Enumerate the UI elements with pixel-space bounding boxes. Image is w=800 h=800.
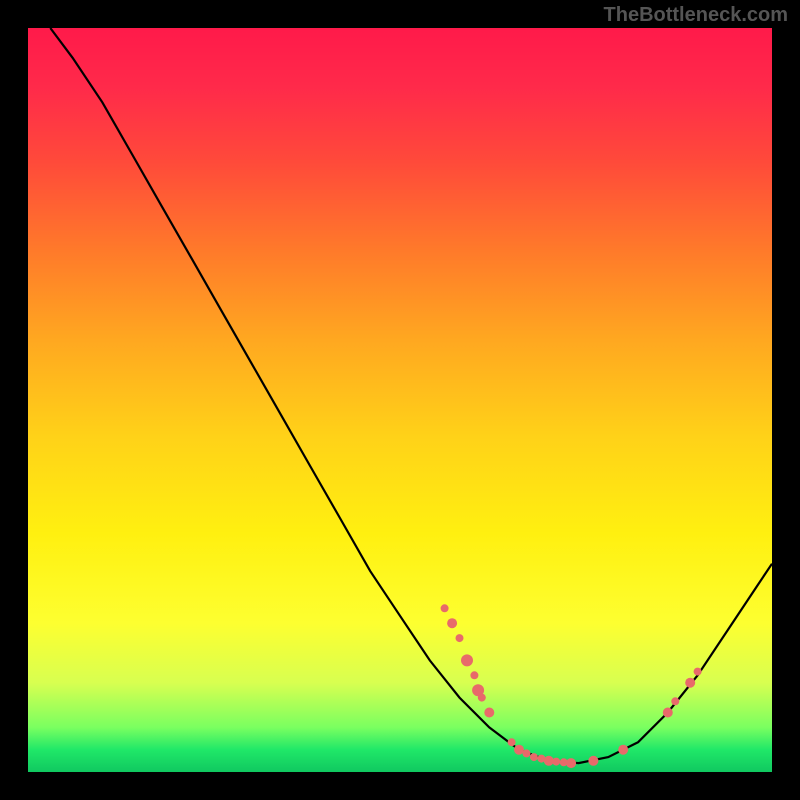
data-point bbox=[514, 745, 524, 755]
data-point bbox=[523, 749, 531, 757]
data-points bbox=[441, 604, 702, 768]
data-point bbox=[566, 758, 576, 768]
data-point bbox=[441, 604, 449, 612]
chart-area bbox=[28, 28, 772, 772]
watermark-text: TheBottleneck.com bbox=[604, 4, 788, 27]
data-point bbox=[663, 708, 673, 718]
data-point bbox=[588, 756, 598, 766]
data-point bbox=[470, 671, 478, 679]
data-point bbox=[694, 668, 702, 676]
data-point bbox=[461, 654, 473, 666]
data-point bbox=[671, 697, 679, 705]
data-point bbox=[508, 738, 516, 746]
data-point bbox=[447, 618, 457, 628]
data-point bbox=[685, 678, 695, 688]
bottleneck-curve bbox=[50, 28, 772, 763]
data-point bbox=[552, 758, 560, 766]
data-point bbox=[618, 745, 628, 755]
chart-overlay bbox=[28, 28, 772, 772]
data-point bbox=[478, 694, 486, 702]
data-point bbox=[456, 634, 464, 642]
data-point bbox=[530, 753, 538, 761]
data-point bbox=[484, 708, 494, 718]
